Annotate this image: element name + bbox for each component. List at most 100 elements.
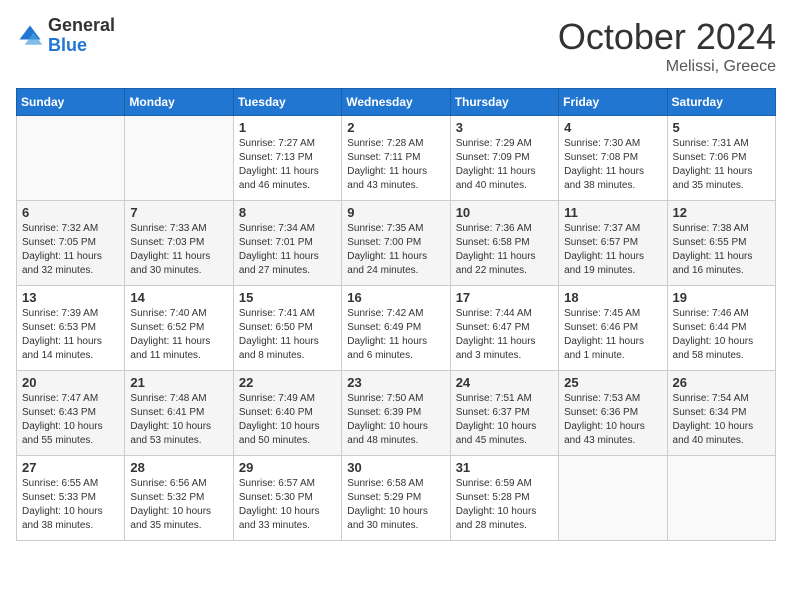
month-title: October 2024 xyxy=(558,16,776,58)
calendar-cell: 22 Sunrise: 7:49 AMSunset: 6:40 PMDaylig… xyxy=(233,371,341,456)
calendar-cell: 16 Sunrise: 7:42 AMSunset: 6:49 PMDaylig… xyxy=(342,286,450,371)
day-info: Sunrise: 7:30 AMSunset: 7:08 PMDaylight:… xyxy=(564,138,644,191)
calendar-cell: 11 Sunrise: 7:37 AMSunset: 6:57 PMDaylig… xyxy=(559,201,667,286)
day-info: Sunrise: 7:51 AMSunset: 6:37 PMDaylight:… xyxy=(456,393,537,446)
calendar-week-row: 20 Sunrise: 7:47 AMSunset: 6:43 PMDaylig… xyxy=(17,371,776,456)
day-info: Sunrise: 7:48 AMSunset: 6:41 PMDaylight:… xyxy=(130,393,211,446)
calendar-cell: 21 Sunrise: 7:48 AMSunset: 6:41 PMDaylig… xyxy=(125,371,233,456)
calendar-cell: 30 Sunrise: 6:58 AMSunset: 5:29 PMDaylig… xyxy=(342,456,450,541)
calendar-cell: 27 Sunrise: 6:55 AMSunset: 5:33 PMDaylig… xyxy=(17,456,125,541)
logo-icon xyxy=(16,22,44,50)
day-info: Sunrise: 7:27 AMSunset: 7:13 PMDaylight:… xyxy=(239,138,319,191)
day-number: 16 xyxy=(347,290,444,305)
calendar-cell: 19 Sunrise: 7:46 AMSunset: 6:44 PMDaylig… xyxy=(667,286,775,371)
day-number: 30 xyxy=(347,460,444,475)
calendar-cell: 31 Sunrise: 6:59 AMSunset: 5:28 PMDaylig… xyxy=(450,456,558,541)
day-info: Sunrise: 7:33 AMSunset: 7:03 PMDaylight:… xyxy=(130,223,210,276)
day-info: Sunrise: 7:45 AMSunset: 6:46 PMDaylight:… xyxy=(564,308,644,361)
day-number: 11 xyxy=(564,205,661,220)
weekday-header: Monday xyxy=(125,89,233,116)
day-info: Sunrise: 6:56 AMSunset: 5:32 PMDaylight:… xyxy=(130,478,211,531)
day-info: Sunrise: 7:28 AMSunset: 7:11 PMDaylight:… xyxy=(347,138,427,191)
calendar-cell: 8 Sunrise: 7:34 AMSunset: 7:01 PMDayligh… xyxy=(233,201,341,286)
day-number: 3 xyxy=(456,120,553,135)
calendar-cell: 28 Sunrise: 6:56 AMSunset: 5:32 PMDaylig… xyxy=(125,456,233,541)
day-number: 6 xyxy=(22,205,119,220)
calendar-week-row: 13 Sunrise: 7:39 AMSunset: 6:53 PMDaylig… xyxy=(17,286,776,371)
day-info: Sunrise: 7:47 AMSunset: 6:43 PMDaylight:… xyxy=(22,393,103,446)
day-number: 24 xyxy=(456,375,553,390)
day-info: Sunrise: 7:32 AMSunset: 7:05 PMDaylight:… xyxy=(22,223,102,276)
day-number: 7 xyxy=(130,205,227,220)
day-info: Sunrise: 7:53 AMSunset: 6:36 PMDaylight:… xyxy=(564,393,645,446)
day-number: 5 xyxy=(673,120,770,135)
header-row: SundayMondayTuesdayWednesdayThursdayFrid… xyxy=(17,89,776,116)
day-number: 10 xyxy=(456,205,553,220)
day-info: Sunrise: 7:35 AMSunset: 7:00 PMDaylight:… xyxy=(347,223,427,276)
day-number: 12 xyxy=(673,205,770,220)
calendar-cell: 6 Sunrise: 7:32 AMSunset: 7:05 PMDayligh… xyxy=(17,201,125,286)
weekday-header: Saturday xyxy=(667,89,775,116)
day-info: Sunrise: 7:54 AMSunset: 6:34 PMDaylight:… xyxy=(673,393,754,446)
day-info: Sunrise: 6:58 AMSunset: 5:29 PMDaylight:… xyxy=(347,478,428,531)
day-info: Sunrise: 7:31 AMSunset: 7:06 PMDaylight:… xyxy=(673,138,753,191)
day-info: Sunrise: 7:39 AMSunset: 6:53 PMDaylight:… xyxy=(22,308,102,361)
calendar-cell xyxy=(559,456,667,541)
calendar-cell: 24 Sunrise: 7:51 AMSunset: 6:37 PMDaylig… xyxy=(450,371,558,456)
calendar-cell: 9 Sunrise: 7:35 AMSunset: 7:00 PMDayligh… xyxy=(342,201,450,286)
day-number: 22 xyxy=(239,375,336,390)
day-info: Sunrise: 7:41 AMSunset: 6:50 PMDaylight:… xyxy=(239,308,319,361)
calendar-cell: 14 Sunrise: 7:40 AMSunset: 6:52 PMDaylig… xyxy=(125,286,233,371)
calendar-cell: 10 Sunrise: 7:36 AMSunset: 6:58 PMDaylig… xyxy=(450,201,558,286)
day-info: Sunrise: 7:44 AMSunset: 6:47 PMDaylight:… xyxy=(456,308,536,361)
calendar-week-row: 1 Sunrise: 7:27 AMSunset: 7:13 PMDayligh… xyxy=(17,116,776,201)
day-number: 27 xyxy=(22,460,119,475)
calendar-week-row: 27 Sunrise: 6:55 AMSunset: 5:33 PMDaylig… xyxy=(17,456,776,541)
day-number: 18 xyxy=(564,290,661,305)
day-number: 15 xyxy=(239,290,336,305)
calendar-cell: 7 Sunrise: 7:33 AMSunset: 7:03 PMDayligh… xyxy=(125,201,233,286)
calendar-cell: 26 Sunrise: 7:54 AMSunset: 6:34 PMDaylig… xyxy=(667,371,775,456)
day-info: Sunrise: 7:50 AMSunset: 6:39 PMDaylight:… xyxy=(347,393,428,446)
title-area: October 2024 Melissi, Greece xyxy=(558,16,776,76)
day-number: 9 xyxy=(347,205,444,220)
calendar-cell xyxy=(125,116,233,201)
day-number: 2 xyxy=(347,120,444,135)
location-title: Melissi, Greece xyxy=(558,58,776,76)
day-info: Sunrise: 7:46 AMSunset: 6:44 PMDaylight:… xyxy=(673,308,754,361)
day-info: Sunrise: 7:49 AMSunset: 6:40 PMDaylight:… xyxy=(239,393,320,446)
day-info: Sunrise: 7:40 AMSunset: 6:52 PMDaylight:… xyxy=(130,308,210,361)
calendar-cell: 1 Sunrise: 7:27 AMSunset: 7:13 PMDayligh… xyxy=(233,116,341,201)
day-number: 28 xyxy=(130,460,227,475)
calendar-cell: 4 Sunrise: 7:30 AMSunset: 7:08 PMDayligh… xyxy=(559,116,667,201)
weekday-header: Sunday xyxy=(17,89,125,116)
day-number: 1 xyxy=(239,120,336,135)
day-number: 20 xyxy=(22,375,119,390)
day-info: Sunrise: 7:38 AMSunset: 6:55 PMDaylight:… xyxy=(673,223,753,276)
calendar-cell: 5 Sunrise: 7:31 AMSunset: 7:06 PMDayligh… xyxy=(667,116,775,201)
calendar-cell: 17 Sunrise: 7:44 AMSunset: 6:47 PMDaylig… xyxy=(450,286,558,371)
calendar-cell: 12 Sunrise: 7:38 AMSunset: 6:55 PMDaylig… xyxy=(667,201,775,286)
calendar-cell: 3 Sunrise: 7:29 AMSunset: 7:09 PMDayligh… xyxy=(450,116,558,201)
day-number: 25 xyxy=(564,375,661,390)
day-number: 4 xyxy=(564,120,661,135)
calendar-cell: 29 Sunrise: 6:57 AMSunset: 5:30 PMDaylig… xyxy=(233,456,341,541)
day-number: 26 xyxy=(673,375,770,390)
day-number: 21 xyxy=(130,375,227,390)
day-number: 19 xyxy=(673,290,770,305)
logo: General Blue xyxy=(16,16,115,56)
weekday-header: Tuesday xyxy=(233,89,341,116)
day-info: Sunrise: 7:42 AMSunset: 6:49 PMDaylight:… xyxy=(347,308,427,361)
day-info: Sunrise: 6:55 AMSunset: 5:33 PMDaylight:… xyxy=(22,478,103,531)
calendar-cell: 15 Sunrise: 7:41 AMSunset: 6:50 PMDaylig… xyxy=(233,286,341,371)
weekday-header: Friday xyxy=(559,89,667,116)
calendar-week-row: 6 Sunrise: 7:32 AMSunset: 7:05 PMDayligh… xyxy=(17,201,776,286)
day-number: 23 xyxy=(347,375,444,390)
weekday-header: Thursday xyxy=(450,89,558,116)
day-info: Sunrise: 7:37 AMSunset: 6:57 PMDaylight:… xyxy=(564,223,644,276)
calendar-cell: 20 Sunrise: 7:47 AMSunset: 6:43 PMDaylig… xyxy=(17,371,125,456)
day-number: 14 xyxy=(130,290,227,305)
calendar-table: SundayMondayTuesdayWednesdayThursdayFrid… xyxy=(16,88,776,541)
page-header: General Blue October 2024 Melissi, Greec… xyxy=(16,16,776,76)
day-info: Sunrise: 7:36 AMSunset: 6:58 PMDaylight:… xyxy=(456,223,536,276)
